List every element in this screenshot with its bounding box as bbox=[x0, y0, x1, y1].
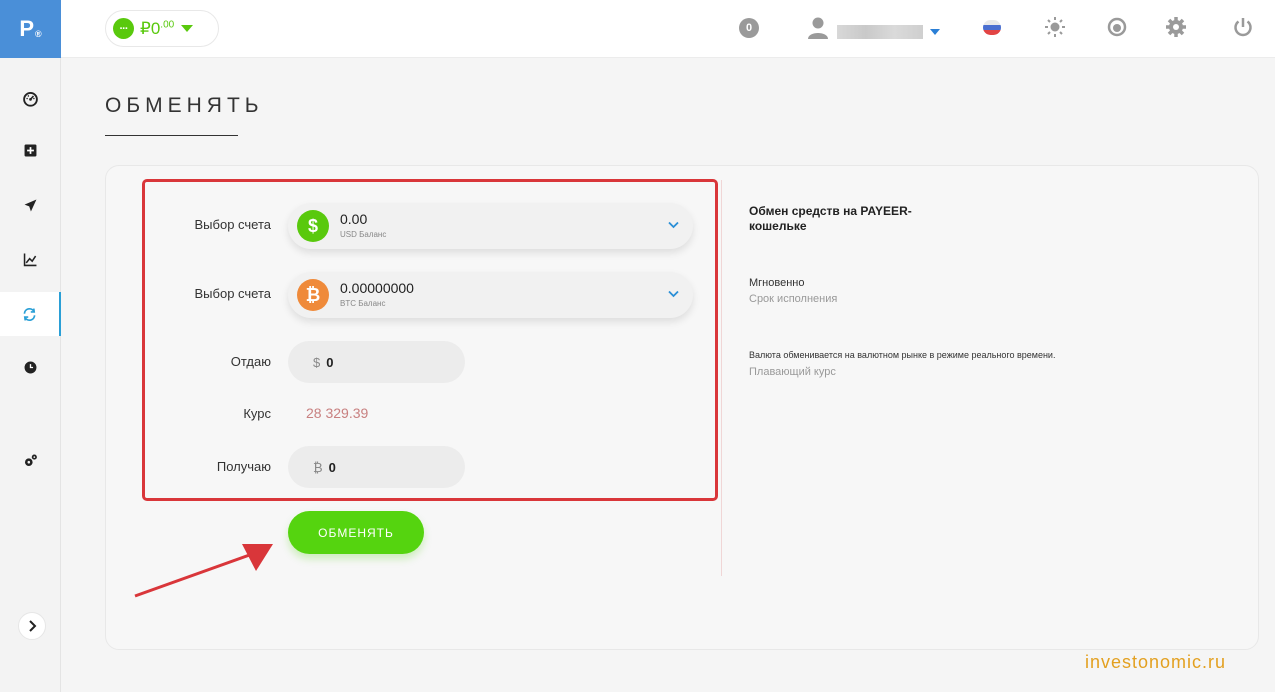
gear-icon[interactable] bbox=[1165, 16, 1187, 38]
gauge-icon bbox=[23, 91, 38, 107]
top-header: ··· ₽0.00 0 bbox=[61, 0, 1275, 58]
paper-plane-icon bbox=[24, 199, 37, 211]
sidebar-item-dashboard[interactable] bbox=[0, 76, 61, 120]
power-icon[interactable] bbox=[1232, 16, 1254, 38]
dollar-icon: $ bbox=[313, 354, 321, 370]
exchange-icon bbox=[23, 307, 36, 321]
dots-icon: ··· bbox=[113, 18, 134, 39]
payeer-logo[interactable]: P ® bbox=[0, 0, 61, 58]
language-flag-icon[interactable] bbox=[983, 20, 1001, 35]
user-icon[interactable] bbox=[807, 16, 829, 40]
column-divider bbox=[721, 180, 722, 576]
receive-amount-input[interactable]: ₿ 0 bbox=[288, 446, 465, 488]
info-title: Обмен средств на PAYEER-кошельке bbox=[749, 204, 912, 233]
user-name-blurred[interactable] bbox=[837, 25, 923, 39]
sidebar-expand-button[interactable] bbox=[18, 612, 46, 640]
title-underline bbox=[105, 135, 238, 136]
logo-reg: ® bbox=[35, 29, 42, 39]
sidebar-item-history[interactable] bbox=[0, 345, 61, 389]
page-title: ОБМЕНЯТЬ bbox=[105, 94, 264, 117]
to-account-label: Выбор счета bbox=[194, 286, 272, 301]
sidebar-item-send[interactable] bbox=[0, 183, 61, 227]
balance-value: ₽0.00 bbox=[140, 18, 175, 38]
give-amount-value: 0 bbox=[326, 354, 334, 370]
plus-square-icon bbox=[24, 144, 37, 156]
sidebar-item-exchange[interactable] bbox=[0, 292, 61, 336]
rate-label: Курс bbox=[243, 406, 271, 421]
from-account-select[interactable]: $ 0.00 USD Баланс bbox=[288, 203, 693, 249]
info-note-sub: Плавающий курс bbox=[749, 366, 836, 378]
sidebar-item-settings[interactable] bbox=[0, 438, 61, 482]
balance-selector[interactable]: ··· ₽0.00 bbox=[105, 10, 219, 47]
chevron-down-icon bbox=[668, 221, 679, 229]
from-account-label: Выбор счета bbox=[194, 217, 272, 232]
caret-down-icon bbox=[181, 25, 194, 32]
sidebar-item-trade[interactable] bbox=[0, 237, 61, 281]
give-label: Отдаю bbox=[230, 354, 271, 369]
to-account-select[interactable]: ₿ 0.00000000 BTC Баланс bbox=[288, 272, 693, 318]
give-amount-input[interactable]: $ 0 bbox=[288, 341, 465, 383]
to-account-value: 0.00000000 bbox=[340, 280, 414, 296]
sun-icon[interactable] bbox=[1044, 16, 1066, 38]
red-arrow-annotation bbox=[134, 544, 273, 598]
receive-label: Получаю bbox=[216, 459, 271, 474]
info-speed-sub: Срок исполнения bbox=[749, 293, 838, 305]
bitcoin-icon: ₿ bbox=[313, 459, 323, 475]
chevron-right-icon bbox=[29, 620, 37, 632]
bitcoin-coin-icon: ₿ bbox=[297, 279, 329, 311]
user-menu-caret-icon[interactable] bbox=[930, 29, 940, 35]
chart-icon bbox=[23, 253, 37, 266]
info-speed: Мгновенно bbox=[749, 277, 805, 289]
sidebar: P ® bbox=[0, 0, 61, 692]
exchange-button[interactable]: ОБМЕНЯТЬ bbox=[288, 511, 424, 554]
clock-icon bbox=[24, 361, 37, 373]
rate-value: 28 329.39 bbox=[306, 405, 369, 421]
gears-icon bbox=[24, 454, 37, 466]
sidebar-item-deposit[interactable] bbox=[0, 128, 61, 172]
to-account-sub: BTC Баланс bbox=[340, 299, 386, 308]
watermark: investonomic.ru bbox=[1085, 652, 1227, 672]
chevron-down-icon bbox=[668, 290, 679, 298]
dollar-coin-icon: $ bbox=[297, 210, 329, 242]
support-icon[interactable] bbox=[1106, 16, 1128, 38]
notifications-badge[interactable]: 0 bbox=[739, 18, 759, 38]
from-account-value: 0.00 bbox=[340, 211, 368, 227]
receive-amount-value: 0 bbox=[328, 459, 336, 475]
info-note: Валюта обменивается на валютном рынке в … bbox=[749, 350, 1056, 360]
logo-letter: P bbox=[19, 16, 35, 41]
from-account-sub: USD Баланс bbox=[340, 230, 387, 239]
